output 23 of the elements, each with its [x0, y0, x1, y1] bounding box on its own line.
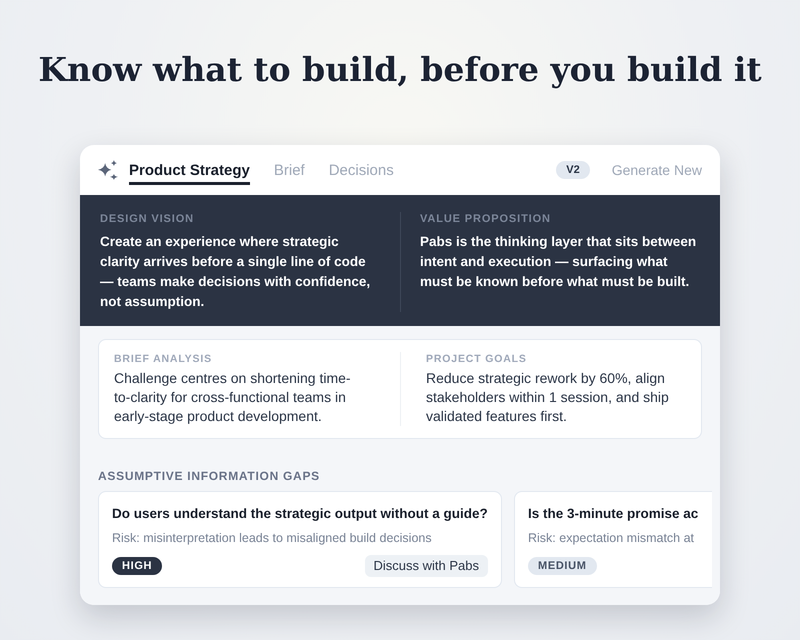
tab[interactable]: Product Strategy: [129, 156, 250, 184]
sparkle-icon: [98, 160, 118, 180]
gap-question: Is the 3-minute promise ac: [528, 505, 699, 523]
gap-question: Do users understand the strategic output without a guide?: [112, 505, 488, 523]
tab[interactable]: Decisions: [328, 156, 394, 184]
gaps-heading: ASSUMPTIVE INFORMATION GAPS: [98, 468, 321, 484]
section-label: BRIEF ANALYSIS: [114, 352, 213, 366]
section-text: Challenge centres on shortening time-to-clarity for cross-functional teams in early-stage product development.: [114, 369, 352, 426]
version-badge: V2: [556, 161, 590, 179]
gap-risk: Risk: misinterpretation leads to misaligned build decisions: [112, 530, 433, 547]
section-text: Reduce strategic rework by 60%, align stakeholders within 1 session, and ship validated features first.: [426, 369, 670, 426]
section-text: Create an experience where strategic clarity arrives before a single line of code — teams make decisions with confidence, not assumption.: [100, 233, 372, 311]
discuss-button[interactable]: Discuss with Pabs: [364, 555, 488, 577]
section-label: PROJECT GOALS: [426, 352, 528, 366]
section-text: Pabs is the thinking layer that sits between intent and execution — surfacing what must be known before what must be built.: [420, 233, 698, 291]
severity-badge: HIGH: [112, 557, 162, 575]
section-label: VALUE PROPOSITION: [420, 212, 552, 226]
headline: Know what to build, before you build it: [38, 50, 762, 90]
severity-badge: MEDIUM: [528, 557, 597, 575]
tab[interactable]: Brief: [274, 156, 305, 184]
section-label: DESIGN VISION: [100, 212, 195, 226]
gap-risk: Risk: expectation mismatch at: [528, 530, 696, 547]
generate-new-button[interactable]: Generate New: [612, 160, 702, 180]
